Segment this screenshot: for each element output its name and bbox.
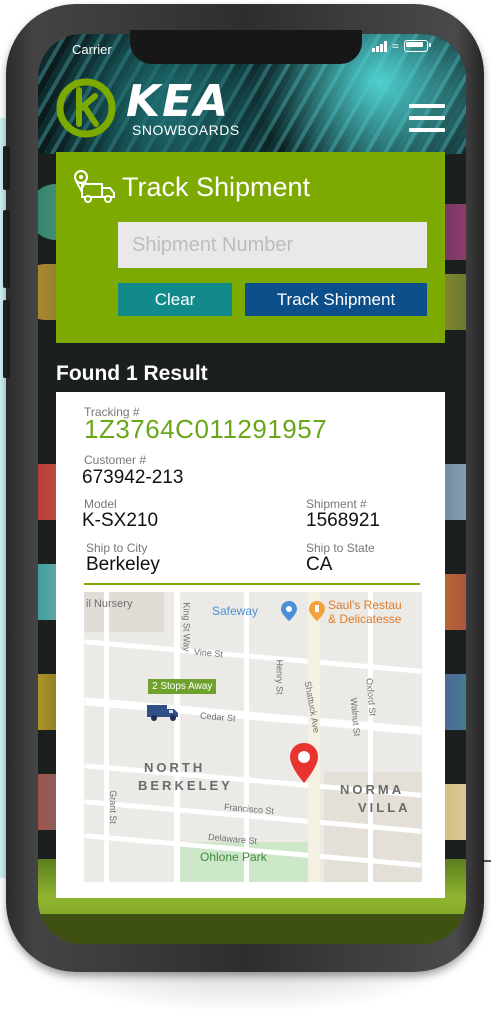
customer-number: 673942-213	[82, 467, 184, 488]
background-art-band	[38, 914, 466, 944]
phone-notch	[130, 30, 362, 64]
phone-side-button	[3, 210, 10, 288]
map-road	[368, 592, 373, 882]
status-indicators: ≈	[372, 39, 431, 53]
stops-away-badge: 2 Stops Away	[148, 679, 217, 694]
customer-label: Customer #	[84, 453, 147, 467]
signal-icon	[372, 40, 387, 52]
map-road	[174, 592, 180, 882]
map-place-north: NORTH	[144, 760, 206, 775]
truck-icon[interactable]	[146, 702, 180, 722]
state-label: Ship to State	[306, 541, 375, 555]
brand-tagline: SNOWBOARDS	[132, 122, 240, 138]
brand-logo[interactable]: KEA SNOWBOARDS	[52, 74, 262, 142]
shipment-value: 1568921	[306, 510, 380, 531]
map-poi-safeway: Safeway	[212, 604, 259, 618]
map-poi-sauls-line1: Saul's Restau	[328, 598, 402, 612]
shipment-number-input[interactable]	[118, 222, 427, 268]
shipment-map[interactable]: il Nursery King St Way Vine St Henry St …	[84, 592, 422, 882]
track-panel-title: Track Shipment	[122, 172, 311, 202]
city-value: Berkeley	[86, 554, 160, 575]
city-label: Ship to City	[86, 541, 148, 555]
wifi-icon: ≈	[392, 39, 399, 53]
shipment-result-card[interactable]: Tracking # 1Z3764C011291957 Customer # 6…	[56, 392, 445, 898]
hamburger-icon[interactable]	[409, 104, 445, 132]
map-label-cedar: Cedar St	[199, 710, 236, 724]
map-label-grant: Grant St	[107, 790, 118, 824]
map-pin-icon[interactable]	[288, 742, 320, 784]
track-shipment-panel: Track Shipment Clear Track Shipment	[56, 152, 445, 343]
brand-name: KEA	[126, 76, 231, 127]
app-stage: Carrier ≈ KEA SNOWBOARDS Track Shipment	[0, 0, 491, 1009]
kea-logo-mark-icon	[56, 78, 116, 138]
track-shipment-button[interactable]: Track Shipment	[245, 283, 427, 316]
restaurant-poi-icon	[309, 601, 325, 621]
status-carrier: Carrier	[72, 42, 112, 57]
tracking-number[interactable]: 1Z3764C011291957	[84, 414, 327, 445]
shipment-label: Shipment #	[306, 497, 367, 511]
map-label-henry: Henry St	[274, 659, 285, 695]
results-summary: Found 1 Result	[56, 362, 208, 385]
map-label-nursery: il Nursery	[86, 598, 133, 610]
map-place-norma: NORMA	[340, 782, 405, 797]
map-label-king: King St Way	[181, 602, 192, 652]
map-park-label: Ohlone Park	[200, 850, 267, 864]
truck-location-icon	[74, 170, 115, 203]
map-poi-sauls-line2: & Delicatesse	[328, 612, 402, 626]
phone-side-button	[3, 300, 10, 378]
battery-icon	[403, 40, 431, 52]
safeway-poi-icon	[281, 601, 297, 621]
model-label: Model	[84, 497, 117, 511]
map-place-villa: VILLA	[358, 800, 411, 815]
phone-side-button	[3, 146, 10, 190]
map-label-walnut: Walnut St	[348, 697, 363, 737]
map-label-oxford: Oxford St	[364, 677, 378, 717]
map-road	[104, 592, 109, 882]
model-value: K-SX210	[82, 510, 159, 531]
result-divider	[84, 583, 420, 585]
map-poi-sauls: Saul's Restau & Delicatesse	[328, 598, 402, 626]
state-value: CA	[306, 554, 333, 575]
clear-button[interactable]: Clear	[118, 283, 232, 316]
map-road-main	[308, 592, 320, 882]
map-place-berkeley: BERKELEY	[138, 778, 233, 793]
map-label-vine: Vine St	[193, 646, 224, 660]
